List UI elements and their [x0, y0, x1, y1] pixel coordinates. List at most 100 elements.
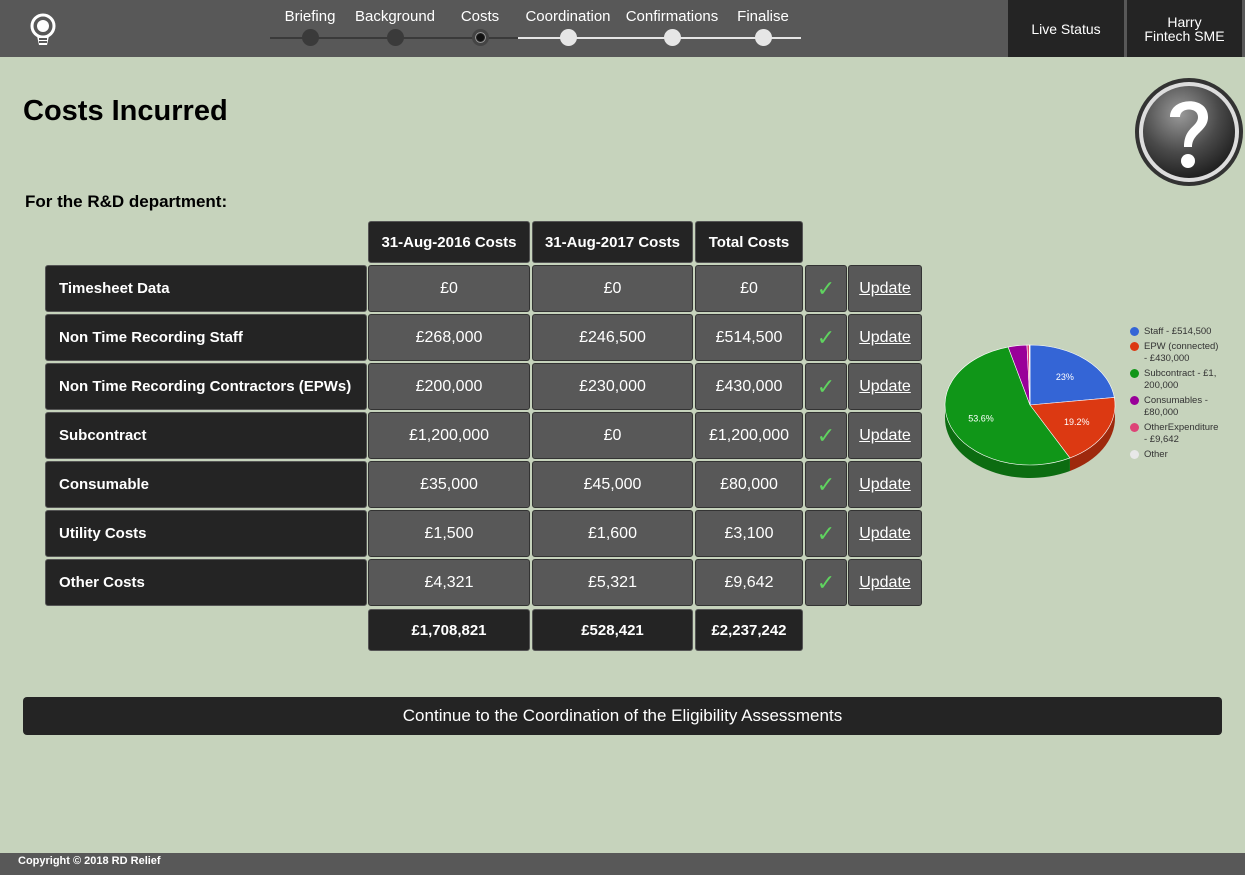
row-label: Non Time Recording Staff — [45, 314, 367, 361]
cost-total: £9,642 — [695, 559, 803, 606]
check-icon: ✓ — [805, 314, 847, 361]
legend-swatch — [1130, 327, 1139, 336]
legend-item: Subcontract - £1, 200,000 — [1130, 368, 1242, 392]
update-button[interactable]: Update — [848, 412, 922, 459]
check-mark: ✓ — [816, 520, 836, 546]
step-dot — [754, 29, 772, 46]
header-2017-costs: 31-Aug-2017 Costs — [532, 221, 693, 263]
legend-swatch — [1130, 369, 1139, 378]
update-link: Update — [859, 524, 911, 542]
row-label: Consumable — [45, 461, 367, 508]
progress-steps: Briefing Background Costs Coordination C… — [270, 0, 805, 57]
legend-item: EPW (connected) - £430,000 — [1130, 341, 1242, 365]
legend-item: OtherExpenditure - £9,642 — [1130, 422, 1242, 446]
step-dot — [386, 29, 404, 46]
step-coordination[interactable]: Coordination — [513, 0, 623, 57]
top-navigation-bar: Briefing Background Costs Coordination C… — [0, 0, 1245, 57]
check-icon: ✓ — [805, 265, 847, 312]
legend-swatch — [1130, 342, 1139, 351]
update-button[interactable]: Update — [848, 314, 922, 361]
header-2016-costs: 31-Aug-2016 Costs — [368, 221, 530, 263]
step-finalise[interactable]: Finalise — [708, 0, 818, 57]
row-label: Subcontract — [45, 412, 367, 459]
step-dot — [301, 29, 319, 46]
row-label: Non Time Recording Contractors (EPWs) — [45, 363, 367, 410]
check-icon: ✓ — [805, 363, 847, 410]
user-name: Harry — [1167, 13, 1202, 30]
total-all: £2,237,242 — [695, 609, 803, 651]
update-button[interactable]: Update — [848, 510, 922, 557]
update-button[interactable]: Update — [848, 265, 922, 312]
check-icon: ✓ — [805, 412, 847, 459]
pie-slice-label: 53.6% — [968, 414, 994, 424]
cost-2016: £4,321 — [368, 559, 530, 606]
row-label: Other Costs — [45, 559, 367, 606]
check-icon: ✓ — [805, 559, 847, 606]
step-dot-current — [471, 29, 489, 46]
legend-label: Consumables - — [1144, 395, 1208, 406]
header-total-costs: Total Costs — [695, 221, 803, 263]
continue-button[interactable]: Continue to the Coordination of the Elig… — [23, 697, 1222, 735]
cost-total: £80,000 — [695, 461, 803, 508]
update-link: Update — [859, 426, 911, 444]
step-label: Coordination — [525, 8, 611, 25]
legend-item: Other — [1130, 449, 1242, 461]
cost-2017: £0 — [532, 412, 693, 459]
cost-total: £0 — [695, 265, 803, 312]
lightbulb-logo-icon[interactable] — [28, 12, 58, 48]
cost-2017: £0 — [532, 265, 693, 312]
cost-2016: £35,000 — [368, 461, 530, 508]
cost-2017: £230,000 — [532, 363, 693, 410]
help-question-icon[interactable] — [1132, 75, 1245, 188]
cost-2016: £0 — [368, 265, 530, 312]
total-2016: £1,708,821 — [368, 609, 530, 651]
live-status-button[interactable]: Live Status — [1008, 0, 1124, 57]
legend-swatch — [1130, 396, 1139, 405]
legend-label: Staff - £514,500 — [1144, 326, 1212, 337]
page-title: Costs Incurred — [23, 95, 228, 127]
check-icon: ✓ — [805, 461, 847, 508]
cost-2016: £268,000 — [368, 314, 530, 361]
update-link: Update — [859, 279, 911, 297]
check-mark: ✓ — [816, 422, 836, 448]
pie-slice-label: 23% — [1056, 372, 1074, 382]
update-button[interactable]: Update — [848, 461, 922, 508]
legend-swatch — [1130, 423, 1139, 432]
cost-2017: £45,000 — [532, 461, 693, 508]
legend-swatch — [1130, 450, 1139, 459]
cost-2016: £1,200,000 — [368, 412, 530, 459]
check-icon: ✓ — [805, 510, 847, 557]
user-account-button[interactable]: Harry Fintech SME — [1127, 0, 1242, 57]
check-mark: ✓ — [816, 324, 836, 350]
row-label: Timesheet Data — [45, 265, 367, 312]
legend-item: Staff - £514,500 — [1130, 326, 1242, 338]
cost-2016: £1,500 — [368, 510, 530, 557]
cost-2017: £5,321 — [532, 559, 693, 606]
legend-label: £80,000 — [1144, 407, 1179, 418]
step-dot — [663, 29, 681, 46]
legend-label: - £9,642 — [1144, 434, 1179, 445]
check-mark: ✓ — [816, 275, 836, 301]
legend-label: EPW (connected) — [1144, 341, 1219, 352]
row-label: Utility Costs — [45, 510, 367, 557]
check-mark: ✓ — [816, 569, 836, 595]
step-dot — [559, 29, 577, 46]
footer-copyright: Copyright © 2018 RD Relief — [0, 853, 1245, 875]
step-label: Finalise — [737, 8, 789, 25]
cost-total: £430,000 — [695, 363, 803, 410]
update-button[interactable]: Update — [848, 363, 922, 410]
update-link: Update — [859, 475, 911, 493]
legend-label: 200,000 — [1144, 380, 1179, 391]
check-mark: ✓ — [816, 373, 836, 399]
update-link: Update — [859, 377, 911, 395]
update-link: Update — [859, 328, 911, 346]
cost-total: £514,500 — [695, 314, 803, 361]
update-link: Update — [859, 573, 911, 591]
chart-legend: Staff - £514,500 EPW (connected) - £430,00… — [1130, 326, 1242, 464]
cost-2016: £200,000 — [368, 363, 530, 410]
legend-label: - £430,000 — [1144, 353, 1190, 364]
check-mark: ✓ — [816, 471, 836, 497]
update-button[interactable]: Update — [848, 559, 922, 606]
department-label: For the R&D department: — [25, 192, 228, 211]
cost-total: £3,100 — [695, 510, 803, 557]
